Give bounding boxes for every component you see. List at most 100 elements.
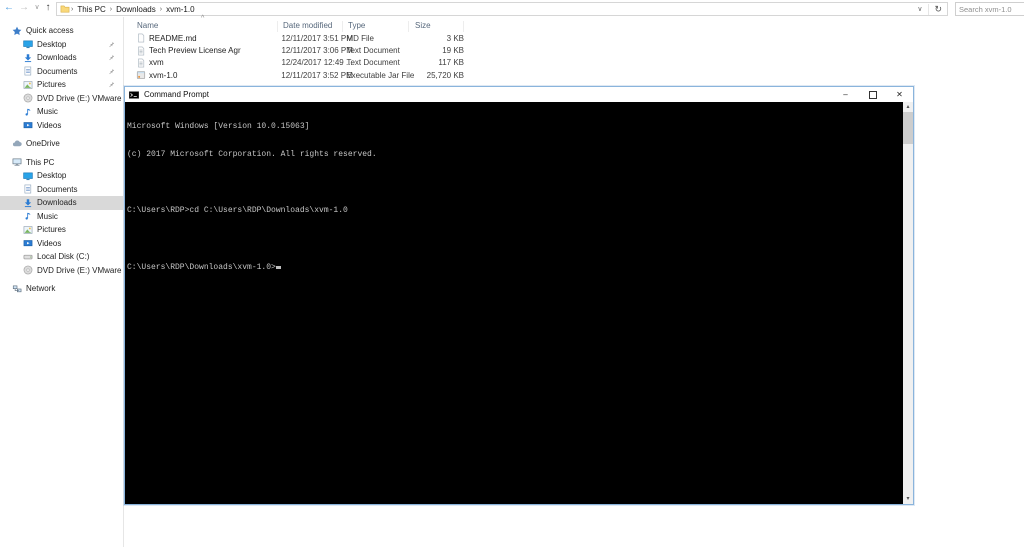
- jar-executable-icon: [136, 70, 146, 80]
- dvd-drive-icon: [23, 265, 33, 275]
- column-separator: [408, 21, 409, 32]
- table-row[interactable]: README.md 12/11/2017 3:51 PM MD File 3 K…: [125, 32, 470, 44]
- terminal-output[interactable]: Microsoft Windows [Version 10.0.15063] (…: [125, 102, 903, 504]
- sidebar-item-onedrive[interactable]: OneDrive: [0, 137, 123, 151]
- address-bar[interactable]: › This PC › Downloads › xvm-1.0 ∨ ↻: [56, 2, 948, 16]
- command-prompt-icon: [129, 90, 139, 100]
- breadcrumb-downloads[interactable]: Downloads: [113, 5, 159, 14]
- sidebar-item-dvd-drive[interactable]: DVD Drive (E:) VMware VCSA: [0, 264, 123, 278]
- sidebar-item-label: Local Disk (C:): [37, 252, 89, 261]
- terminal-line: [127, 178, 903, 187]
- breadcrumb-xvm-1-0[interactable]: xvm-1.0: [163, 5, 197, 14]
- column-separator: [342, 21, 343, 32]
- sidebar-item-videos[interactable]: Videos: [0, 119, 123, 133]
- desktop-icon: [23, 171, 33, 181]
- sidebar-item-this-pc[interactable]: This PC: [0, 156, 123, 170]
- sidebar-item-downloads-selected[interactable]: Downloads: [0, 196, 123, 210]
- sidebar-item-label: Downloads: [37, 198, 77, 207]
- terminal-prompt-text: C:\Users\RDP\Downloads\xvm-1.0>: [127, 263, 276, 272]
- up-arrow-icon: ↑: [46, 2, 51, 13]
- sidebar-item-downloads[interactable]: Downloads: [0, 51, 123, 65]
- documents-icon: [23, 184, 33, 194]
- table-row[interactable]: xvm 12/24/2017 12:49 ... Text Document 1…: [125, 57, 470, 69]
- window-title: Command Prompt: [144, 90, 209, 99]
- column-separator: [277, 21, 278, 32]
- column-header-name[interactable]: Name: [137, 21, 158, 30]
- sidebar-item-music[interactable]: Music: [0, 105, 123, 119]
- music-icon: [23, 211, 33, 221]
- maximize-icon: [869, 91, 877, 99]
- sidebar-item-local-disk-c[interactable]: Local Disk (C:): [0, 250, 123, 264]
- sort-ascending-icon: ^: [201, 15, 204, 22]
- file-date: 12/24/2017 12:49 ...: [281, 58, 346, 67]
- sidebar-item-label: OneDrive: [26, 139, 60, 148]
- music-icon: [23, 107, 33, 117]
- table-row[interactable]: Tech Preview License Agr 12/11/2017 3:06…: [125, 44, 470, 56]
- videos-icon: [23, 238, 33, 248]
- file-name: README.md: [149, 34, 197, 43]
- maximize-button[interactable]: [859, 87, 886, 102]
- sidebar-item-videos[interactable]: Videos: [0, 237, 123, 251]
- sidebar-item-desktop[interactable]: Desktop: [0, 169, 123, 183]
- sidebar-item-label: Desktop: [37, 171, 66, 180]
- command-prompt-title-bar[interactable]: Command Prompt – ✕: [125, 87, 913, 102]
- sidebar-item-label: Pictures: [37, 225, 66, 234]
- command-prompt-window: Command Prompt – ✕ Microsoft Windows [Ve…: [124, 86, 914, 505]
- column-separator: [463, 21, 464, 32]
- close-icon: ✕: [896, 90, 903, 99]
- folder-icon: [60, 4, 70, 14]
- back-button[interactable]: ←: [2, 0, 16, 16]
- sidebar-item-pictures[interactable]: Pictures: [0, 78, 123, 92]
- forward-button[interactable]: →: [17, 0, 31, 16]
- file-type: MD File: [346, 34, 412, 43]
- sidebar-item-label: Downloads: [37, 53, 77, 62]
- sidebar-item-label: Quick access: [26, 26, 74, 35]
- address-dropdown-button[interactable]: ∨: [911, 5, 928, 13]
- sidebar-item-pictures[interactable]: Pictures: [0, 223, 123, 237]
- scroll-up-icon[interactable]: ▴: [903, 102, 913, 112]
- quick-access-star-icon: [12, 26, 22, 36]
- videos-icon: [23, 120, 33, 130]
- desktop-icon: [23, 39, 33, 49]
- text-document-icon: [136, 58, 146, 68]
- file-type: Text Document: [346, 46, 412, 55]
- minimize-button[interactable]: –: [832, 87, 859, 102]
- file-name: Tech Preview License Agr: [149, 46, 241, 55]
- pin-icon: [108, 54, 115, 61]
- downloads-icon: [23, 198, 33, 208]
- pin-icon: [108, 68, 115, 75]
- file-date: 12/11/2017 3:52 PM: [281, 71, 346, 80]
- scrollbar-thumb[interactable]: [903, 112, 913, 144]
- onedrive-cloud-icon: [12, 139, 22, 149]
- sidebar-item-label: Pictures: [37, 80, 66, 89]
- sidebar-item-dvd-drive[interactable]: DVD Drive (E:) VMware VCSA: [0, 92, 123, 106]
- sidebar-item-label: Desktop: [37, 40, 66, 49]
- network-icon: [12, 284, 22, 294]
- scroll-down-icon[interactable]: ▾: [903, 494, 913, 504]
- sidebar-item-label: Music: [37, 212, 58, 221]
- search-input[interactable]: [955, 2, 1024, 16]
- sidebar-item-documents[interactable]: Documents: [0, 65, 123, 79]
- table-row[interactable]: xvm-1.0 12/11/2017 3:52 PM Executable Ja…: [125, 69, 470, 81]
- file-type: Executable Jar File: [346, 71, 412, 80]
- column-header-size[interactable]: Size: [415, 21, 431, 30]
- breadcrumb-this-pc[interactable]: This PC: [74, 5, 108, 14]
- sidebar-item-quick-access[interactable]: Quick access: [0, 24, 123, 38]
- dvd-drive-icon: [23, 93, 33, 103]
- column-header-date-modified[interactable]: Date modified: [283, 21, 332, 30]
- terminal-prompt-line: C:\Users\RDP\Downloads\xvm-1.0>: [127, 263, 903, 272]
- file-date: 12/11/2017 3:51 PM: [281, 34, 346, 43]
- chevron-down-icon: ∨: [917, 6, 922, 13]
- sidebar-item-desktop[interactable]: Desktop: [0, 38, 123, 52]
- up-button[interactable]: ↑: [41, 0, 55, 16]
- sidebar-item-documents[interactable]: Documents: [0, 183, 123, 197]
- sidebar-item-music[interactable]: Music: [0, 210, 123, 224]
- close-button[interactable]: ✕: [886, 87, 913, 102]
- file-icon: [136, 33, 146, 43]
- sidebar-item-network[interactable]: Network: [0, 282, 123, 296]
- column-header-type[interactable]: Type: [348, 21, 365, 30]
- terminal-scrollbar[interactable]: ▴ ▾: [903, 102, 913, 504]
- sidebar-item-label: Documents: [37, 185, 77, 194]
- refresh-button[interactable]: ↻: [928, 4, 947, 15]
- file-name: xvm: [149, 58, 164, 67]
